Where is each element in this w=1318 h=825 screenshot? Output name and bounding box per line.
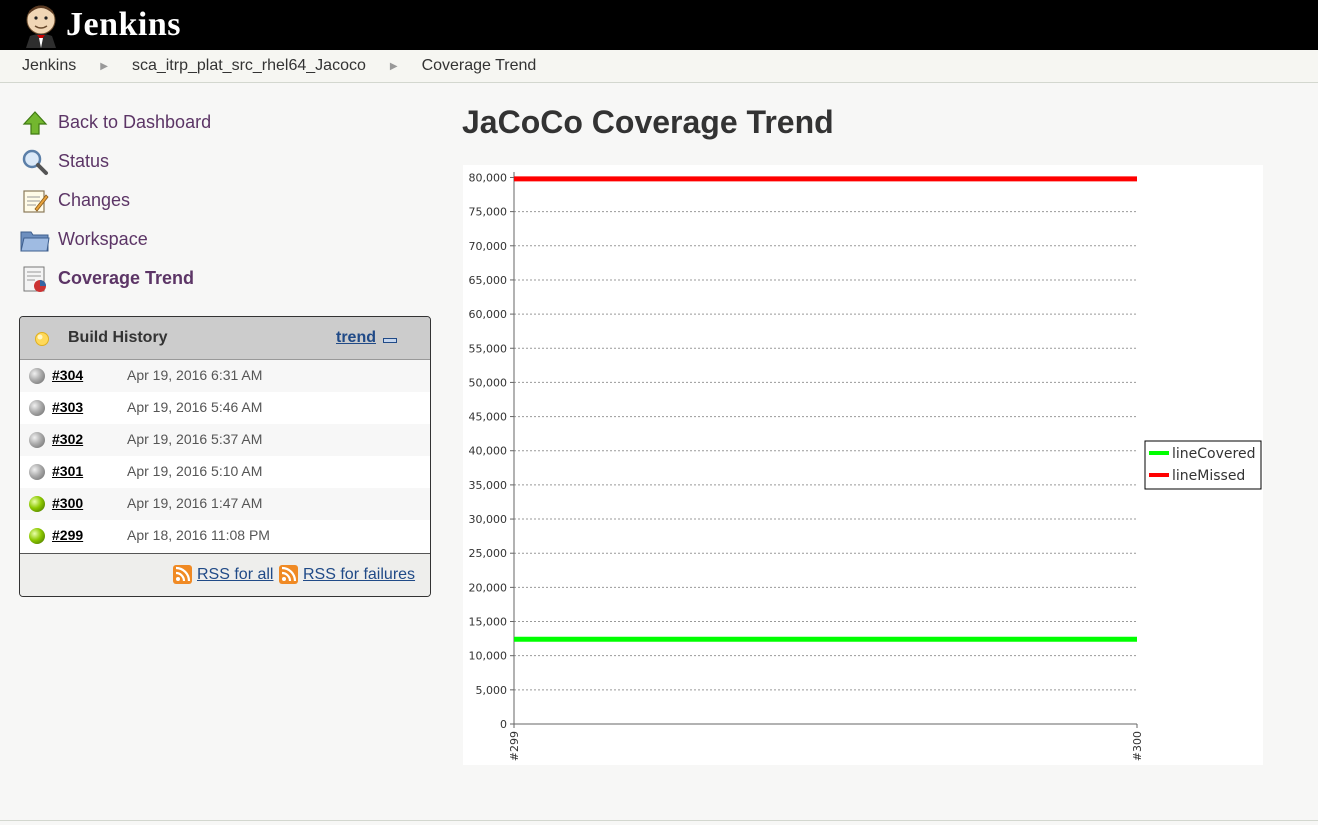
build-number-link[interactable]: #303	[52, 399, 83, 415]
y-tick-label: 60,000	[469, 308, 508, 321]
sidebar-item-changes[interactable]: Changes	[20, 181, 420, 220]
legend-label: lineCovered	[1172, 446, 1255, 462]
build-row: #299 Apr 18, 2016 11:08 PM	[20, 520, 430, 552]
build-row: #300 Apr 19, 2016 1:47 AM	[20, 488, 430, 520]
build-history-panel: Build History trend #304 Apr 19, 2016 6:…	[19, 316, 431, 597]
y-tick-label: 45,000	[469, 411, 508, 424]
chart-canvas: 0 5,000 10,000 15,000 20,000 25,000 30,000 35,0…	[469, 171, 1262, 761]
rss-failures-link[interactable]: RSS for failures	[279, 565, 415, 584]
rss-all-label: RSS for all	[197, 565, 274, 583]
y-tick-label: 70,000	[469, 240, 508, 253]
y-tick-label: 30,000	[469, 513, 508, 526]
chart-icon	[20, 264, 50, 294]
build-date: Apr 19, 2016 5:10 AM	[127, 463, 263, 479]
collapse-icon[interactable]	[383, 338, 397, 343]
build-date: Apr 18, 2016 11:08 PM	[127, 527, 270, 543]
build-date: Apr 19, 2016 1:47 AM	[127, 495, 263, 511]
sidebar-item-label: Status	[58, 151, 110, 171]
y-tick-label: 20,000	[469, 581, 508, 594]
rss-failures-label: RSS for failures	[303, 565, 416, 583]
build-status-grey-icon[interactable]	[29, 432, 45, 448]
footer-divider	[0, 820, 1318, 821]
breadcrumb-job[interactable]: sca_itrp_plat_src_rhel64_Jacoco	[132, 57, 366, 75]
build-number-link[interactable]: #300	[52, 495, 83, 511]
build-row: #304 Apr 19, 2016 6:31 AM	[20, 360, 430, 392]
jenkins-butler-icon	[26, 5, 56, 48]
page-title: JaCoCo Coverage Trend	[462, 104, 834, 140]
build-status-grey-icon[interactable]	[29, 464, 45, 480]
build-number-link[interactable]: #301	[52, 463, 83, 479]
build-date: Apr 19, 2016 5:46 AM	[127, 399, 263, 415]
rss-icon	[173, 565, 192, 584]
legend-label: lineMissed	[1172, 468, 1245, 484]
sidebar-item-back-to-dashboard[interactable]: Back to Dashboard	[20, 103, 420, 142]
build-date: Apr 19, 2016 5:37 AM	[127, 431, 263, 447]
build-number-link[interactable]: #304	[52, 367, 83, 383]
y-tick-label: 40,000	[469, 445, 508, 458]
brand-name: Jenkins	[66, 6, 181, 43]
breadcrumb-jenkins[interactable]: Jenkins	[22, 57, 76, 75]
build-status-grey-icon[interactable]	[29, 368, 45, 384]
magnifier-icon	[20, 147, 50, 177]
sidebar-item-label: Coverage Trend	[58, 268, 195, 288]
y-tick-label: 25,000	[469, 547, 508, 560]
build-status-green-icon[interactable]	[29, 528, 45, 544]
up-arrow-icon	[20, 108, 50, 138]
y-tick-label: 0	[500, 718, 507, 731]
y-tick-label: 65,000	[469, 274, 508, 287]
y-tick-label: 55,000	[469, 342, 508, 355]
build-row: #302 Apr 19, 2016 5:37 AM	[20, 424, 430, 456]
trend-link[interactable]: trend	[336, 329, 376, 347]
jenkins-logo[interactable]: Jenkins	[20, 2, 181, 48]
build-status-grey-icon[interactable]	[29, 400, 45, 416]
sidebar-item-label: Back to Dashboard	[58, 112, 212, 132]
sidebar-tasks: Back to Dashboard Status Changes Workspa…	[20, 103, 420, 298]
breadcrumb: Jenkins ▶ sca_itrp_plat_src_rhel64_Jacoc…	[0, 50, 1318, 83]
sidebar-item-label: Changes	[58, 190, 131, 210]
y-tick-label: 50,000	[469, 376, 508, 389]
y-tick-label: 75,000	[469, 206, 508, 219]
coverage-trend-chart: 0 5,000 10,000 15,000 20,000 25,000 30,000 35,0…	[463, 165, 1263, 765]
rss-icon	[279, 565, 298, 584]
build-history-footer: RSS for all RSS for failures	[20, 553, 430, 596]
x-tick-label: #299	[508, 731, 521, 761]
build-list: #304 Apr 19, 2016 6:31 AM #303 Apr 19, 2…	[20, 360, 430, 552]
header-bar: Jenkins	[0, 0, 1318, 50]
y-tick-label: 80,000	[469, 171, 508, 184]
y-tick-label: 35,000	[469, 479, 508, 492]
breadcrumb-separator-icon: ▶	[100, 60, 108, 72]
build-history-title: Build History	[68, 329, 168, 346]
y-tick-label: 5,000	[476, 684, 508, 697]
notepad-icon	[20, 186, 50, 216]
breadcrumb-coverage-trend[interactable]: Coverage Trend	[422, 57, 537, 75]
rss-all-link[interactable]: RSS for all	[173, 565, 273, 584]
sidebar-item-label: Workspace	[58, 229, 148, 249]
folder-icon	[20, 225, 50, 255]
build-number-link[interactable]: #299	[52, 527, 83, 543]
weather-sunny-icon	[34, 331, 50, 352]
y-tick-label: 15,000	[469, 616, 508, 629]
y-tick-label: 10,000	[469, 650, 508, 663]
build-row: #301 Apr 19, 2016 5:10 AM	[20, 456, 430, 488]
build-number-link[interactable]: #302	[52, 431, 83, 447]
sidebar-item-status[interactable]: Status	[20, 142, 420, 181]
x-tick-label: #300	[1131, 731, 1144, 761]
build-status-green-icon[interactable]	[29, 496, 45, 512]
sidebar-item-coverage-trend[interactable]: Coverage Trend	[20, 259, 420, 298]
build-row: #303 Apr 19, 2016 5:46 AM	[20, 392, 430, 424]
build-history-header: Build History trend	[20, 317, 430, 360]
sidebar-item-workspace[interactable]: Workspace	[20, 220, 420, 259]
build-date: Apr 19, 2016 6:31 AM	[127, 367, 263, 383]
breadcrumb-separator-icon: ▶	[389, 60, 398, 72]
